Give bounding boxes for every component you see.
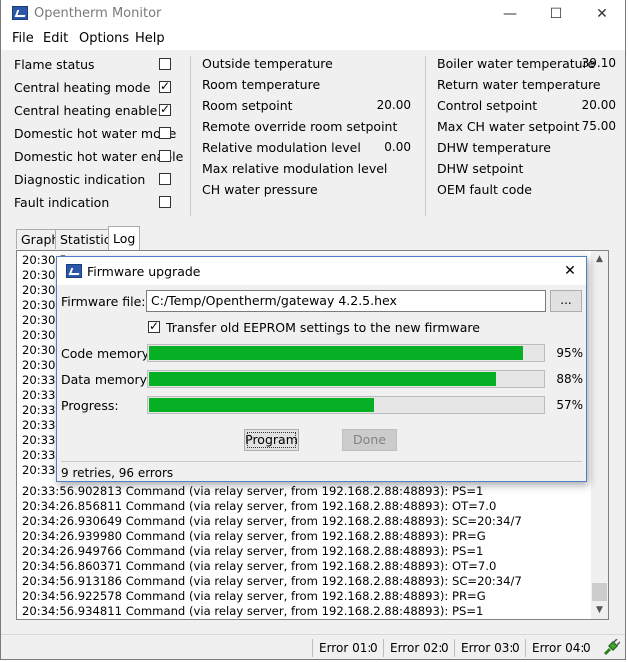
flag-label: Flame status (14, 57, 95, 72)
right-label: OEM fault code (437, 182, 532, 197)
right-label: Control setpoint (437, 98, 538, 113)
scroll-up-icon[interactable]: ▲ (591, 251, 608, 268)
menu-file[interactable]: File (12, 31, 34, 46)
overall-progress-fill (149, 398, 374, 412)
progress-label: Progress: (61, 398, 119, 413)
transfer-eeprom-checkbox[interactable] (148, 319, 160, 333)
maximize-button[interactable]: ☐ (533, 0, 579, 28)
column-divider (425, 56, 426, 216)
dialog-close-button[interactable]: ✕ (555, 260, 585, 282)
log-line: 20:34:26.949766 Command (via relay serve… (22, 544, 484, 558)
log-line: 20:34:26.856811 Command (via relay serve… (22, 499, 497, 513)
dialog-title: Firmware upgrade (87, 264, 201, 279)
overall-progress-percent: 57% (556, 398, 583, 412)
app-icon (66, 264, 82, 278)
flag-label: Central heating enable (14, 103, 158, 118)
flag-checkbox[interactable] (159, 127, 171, 139)
error-04-value: 0 (583, 641, 591, 655)
status-divider (383, 639, 384, 657)
flag-label: Central heating mode (14, 80, 151, 95)
room-setpoint-value: 20.00 (376, 98, 411, 112)
overall-progress-bar (147, 396, 545, 414)
data-memory-fill (149, 372, 496, 386)
middle-label: Remote override room setpoint (202, 119, 398, 134)
code-memory-label: Code memory: (61, 346, 153, 361)
scroll-down-icon[interactable]: ▼ (591, 602, 608, 619)
done-button[interactable]: Done (342, 429, 397, 451)
error-02-label: Error 02: (390, 641, 443, 655)
scroll-thumb[interactable] (592, 583, 607, 601)
flag-label: Domestic hot water mode (14, 126, 177, 141)
status-divider (525, 639, 526, 657)
flag-checkbox[interactable] (159, 150, 171, 162)
flag-checkbox[interactable] (159, 58, 171, 70)
code-memory-progress-bar (147, 344, 545, 362)
right-label: DHW setpoint (437, 161, 524, 176)
flag-label: Fault indication (14, 195, 110, 210)
log-line: 20:33:56.902813 Command (via relay serve… (22, 484, 484, 498)
right-label: Return water temperature (437, 77, 601, 92)
flag-label: Diagnostic indication (14, 172, 146, 187)
error-04-label: Error 04: (532, 641, 585, 655)
menu-options[interactable]: Options (79, 31, 129, 46)
log-line: 20:34:26.930649 Command (via relay serve… (22, 514, 522, 528)
right-label: DHW temperature (437, 140, 551, 155)
flag-checkbox[interactable] (159, 196, 171, 208)
browse-button[interactable]: ... (550, 290, 582, 312)
status-divider (312, 639, 313, 657)
middle-label: Max relative modulation level (202, 161, 388, 176)
log-scrollbar[interactable]: ▲ ▼ (591, 251, 608, 619)
code-memory-percent: 95% (556, 346, 583, 360)
middle-label: Relative modulation level (202, 140, 361, 155)
middle-label: Outside temperature (202, 56, 333, 71)
error-02-value: 0 (441, 641, 449, 655)
data-memory-progress-bar (147, 370, 545, 388)
dialog-status-text: 9 retries, 96 errors (61, 466, 174, 480)
menu-bar: File Edit Options Help (1, 28, 625, 50)
log-line: 20:34:56.913186 Command (via relay serve… (22, 574, 522, 588)
firmware-file-label: Firmware file: (61, 294, 146, 309)
minimize-button[interactable]: — (487, 0, 533, 28)
close-button[interactable]: ✕ (579, 0, 625, 28)
data-memory-percent: 88% (556, 372, 583, 386)
menu-help[interactable]: Help (135, 31, 165, 46)
log-line: 20:34:56.860371 Command (via relay serve… (22, 559, 497, 573)
connection-plug-icon (602, 638, 621, 657)
firmware-upgrade-dialog: Firmware upgrade ✕ Firmware file: C:/Tem… (56, 256, 587, 482)
menu-edit[interactable]: Edit (43, 31, 68, 46)
window-title: Opentherm Monitor (34, 6, 162, 21)
dialog-title-bar: Firmware upgrade ✕ (57, 257, 586, 285)
error-01-value: 0 (370, 641, 378, 655)
app-icon (12, 6, 28, 20)
error-03-value: 0 (512, 641, 520, 655)
middle-label: Room temperature (202, 77, 321, 92)
title-bar: Opentherm Monitor — ☐ ✕ (1, 0, 625, 28)
flag-checkbox[interactable] (159, 79, 171, 93)
middle-label: Room setpoint (202, 98, 293, 113)
error-03-label: Error 03: (461, 641, 514, 655)
program-button[interactable]: Program (244, 429, 299, 451)
dialog-divider (61, 461, 582, 462)
firmware-file-input[interactable]: C:/Temp/Opentherm/gateway 4.2.5.hex (146, 290, 546, 312)
flag-checkbox[interactable] (159, 102, 171, 116)
max-ch-setpoint-value: 75.00 (581, 119, 616, 133)
code-memory-fill (149, 346, 523, 360)
flag-checkbox[interactable] (159, 173, 171, 185)
error-01-label: Error 01: (319, 641, 372, 655)
column-divider (190, 56, 191, 216)
transfer-eeprom-label: Transfer old EEPROM settings to the new … (166, 320, 480, 335)
log-line: 20:34:56.922578 Command (via relay serve… (22, 589, 486, 603)
log-line: 20:34:56.934811 Command (via relay serve… (22, 604, 484, 618)
log-line: 20:34:26.939980 Command (via relay serve… (22, 529, 486, 543)
middle-label: CH water pressure (202, 182, 318, 197)
tab-log[interactable]: Log (108, 226, 141, 250)
status-divider (454, 639, 455, 657)
modulation-value: 0.00 (384, 140, 411, 154)
boiler-temp-value: 39.10 (581, 56, 616, 70)
flag-label: Domestic hot water enable (14, 149, 184, 164)
control-setpoint-value: 20.00 (581, 98, 616, 112)
data-memory-label: Data memory: (61, 372, 151, 387)
status-bar: Error 01: 0 Error 02: 0 Error 03: 0 Erro… (1, 634, 625, 659)
